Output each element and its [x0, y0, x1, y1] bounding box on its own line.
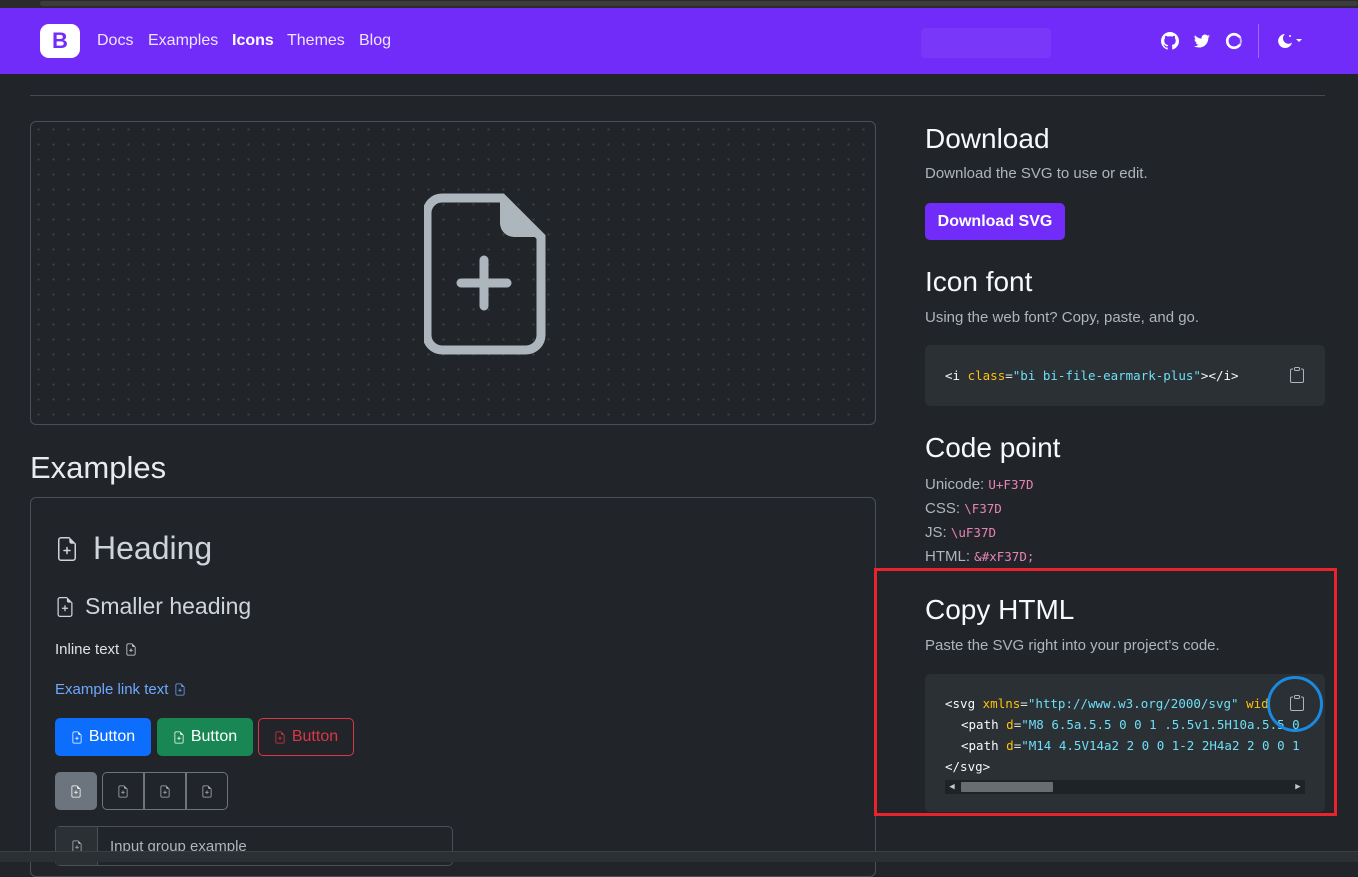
- file-earmark-plus-icon: [175, 683, 185, 696]
- primary-button[interactable]: Button: [55, 718, 151, 756]
- code-line: <i class="bi bi-file-earmark-plus"></i>: [945, 368, 1239, 383]
- button-label: Button: [190, 728, 238, 745]
- file-earmark-plus-icon: [424, 193, 546, 355]
- github-icon[interactable]: [1159, 30, 1181, 52]
- nav-examples[interactable]: Examples: [148, 32, 218, 50]
- danger-outline-button[interactable]: Button: [258, 718, 354, 756]
- browser-top-strip: [0, 0, 1358, 8]
- file-earmark-plus-icon: [202, 785, 212, 797]
- nav-blog[interactable]: Blog: [359, 32, 391, 50]
- file-earmark-plus-icon: [174, 731, 184, 743]
- nav-divider: [1258, 24, 1259, 58]
- download-title: Download: [925, 123, 1050, 154]
- twitter-icon[interactable]: [1191, 30, 1213, 52]
- code-point-title: Code point: [925, 432, 1061, 463]
- example-link[interactable]: Example link text: [55, 681, 186, 698]
- code-point-unicode: Unicode: U+F37D: [925, 476, 1034, 493]
- examples-title: Examples: [30, 450, 167, 485]
- file-earmark-plus-icon: [58, 536, 76, 561]
- search-placeholder: [921, 28, 1051, 58]
- inline-text: Inline text: [55, 641, 120, 658]
- example-smaller-heading: Smaller heading: [55, 593, 251, 620]
- navbar: B Docs Examples Icons Themes Blog: [0, 8, 1358, 74]
- nav-icons[interactable]: Icons: [232, 32, 274, 50]
- file-earmark-plus-icon: [72, 731, 82, 743]
- highlight-circle: [1267, 676, 1323, 732]
- code-point-html: HTML: &#xF37D;: [925, 548, 1035, 565]
- code-point-css: CSS: \F37D: [925, 500, 1002, 517]
- file-earmark-plus-icon: [71, 785, 81, 797]
- bootstrap-logo[interactable]: B: [40, 24, 80, 58]
- button-label: Button: [88, 728, 136, 745]
- opencollective-icon[interactable]: [1223, 30, 1245, 52]
- icon-button-group-1[interactable]: [102, 772, 144, 810]
- smaller-heading-text: Smaller heading: [85, 593, 252, 619]
- example-heading: Heading: [55, 530, 212, 567]
- examples-panel: Heading Smaller heading Inline text Exam…: [30, 497, 876, 877]
- file-earmark-plus-icon: [118, 785, 128, 797]
- button-label: Button: [291, 728, 339, 745]
- icon-font-desc: Using the web font? Copy, paste, and go.: [925, 309, 1200, 326]
- file-earmark-plus-icon: [275, 731, 285, 743]
- bottom-scrollbar[interactable]: [0, 851, 1358, 862]
- download-desc: Download the SVG to use or edit.: [925, 165, 1148, 182]
- example-inline-text: Inline text: [55, 641, 137, 658]
- divider: [30, 95, 1325, 96]
- nav-docs[interactable]: Docs: [97, 32, 133, 50]
- download-svg-button[interactable]: Download SVG: [925, 203, 1065, 240]
- file-earmark-plus-icon: [57, 596, 73, 617]
- theme-toggle-icon[interactable]: [1275, 30, 1305, 52]
- icon-button-group-2[interactable]: [144, 772, 186, 810]
- code-point-js: JS: \uF37D: [925, 524, 997, 541]
- success-button[interactable]: Button: [157, 718, 253, 756]
- icon-preview-panel: [30, 121, 876, 425]
- clipboard-icon[interactable]: [1286, 364, 1308, 386]
- nav-themes[interactable]: Themes: [287, 32, 345, 50]
- link-text[interactable]: Example link text: [55, 681, 168, 698]
- heading-text: Heading: [93, 530, 213, 566]
- file-earmark-plus-icon: [160, 785, 170, 797]
- icon-button-filled[interactable]: [55, 772, 97, 810]
- highlight-box: [874, 568, 1337, 816]
- icon-font-title: Icon font: [925, 266, 1033, 297]
- horizontal-scrollbar[interactable]: [40, 1, 1358, 6]
- file-earmark-plus-icon: [126, 643, 136, 656]
- icon-button-group-3[interactable]: [186, 772, 228, 810]
- icon-font-code: <i class="bi bi-file-earmark-plus"></i>: [925, 345, 1325, 406]
